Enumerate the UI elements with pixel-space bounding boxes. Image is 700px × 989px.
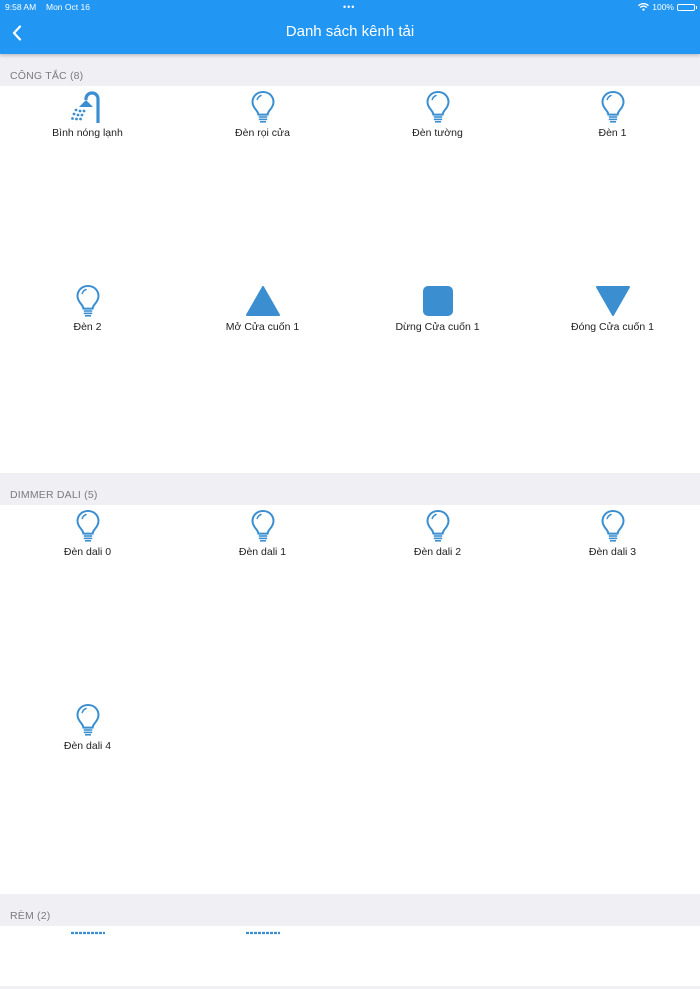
status-bar: 9:58 AM Mon Oct 16 ••• 100% [0, 0, 700, 14]
channel-tile[interactable]: Đèn rọi cửa [175, 89, 350, 149]
channel-label: Đóng Cửa cuốn 1 [571, 321, 654, 333]
section-header: DIMMER DALI (5) [0, 473, 700, 505]
channel-tile[interactable]: Bình nóng lạnh [0, 89, 175, 149]
status-date: Mon Oct 16 [46, 2, 90, 12]
battery-percent: 100% [652, 2, 674, 12]
channel-tile[interactable]: Dừng Cửa cuốn 1 [350, 283, 525, 343]
status-time: 9:58 AM [5, 2, 37, 12]
light-bulb-icon [70, 702, 106, 738]
light-bulb-icon [595, 89, 631, 125]
channel-label: Dừng Cửa cuốn 1 [395, 321, 480, 333]
app-header: 9:58 AM Mon Oct 16 ••• 100% Danh sách kê… [0, 0, 700, 54]
channel-label: Đèn dali 4 [63, 740, 112, 752]
channel-tile[interactable]: Đèn dali 0 [0, 508, 175, 568]
channel-label: Mở Cửa cuốn 1 [225, 321, 300, 333]
channel-label: Đèn 1 [598, 127, 627, 139]
triangle-down-icon [595, 283, 631, 319]
curtain-icon [245, 929, 281, 937]
curtain-icon [70, 929, 106, 937]
page-title: Danh sách kênh tải [285, 23, 415, 40]
channel-tile[interactable] [0, 929, 175, 989]
multitask-dots[interactable]: ••• [343, 0, 355, 14]
channel-tile[interactable]: Đèn dali 1 [175, 508, 350, 568]
section-body [0, 926, 700, 986]
light-bulb-icon [245, 89, 281, 125]
light-bulb-icon [245, 508, 281, 544]
stop-square-icon [420, 283, 456, 319]
channel-label: Đèn tường [412, 127, 463, 139]
section-header: RÈM (2) [0, 894, 700, 926]
section-body: Bình nóng lạnh Đèn rọi cửa Đèn tường Đèn 1 Đ… [0, 86, 700, 473]
shower-icon [70, 89, 106, 125]
channel-label: Đèn dali 1 [238, 546, 287, 558]
channel-label: Đèn dali 2 [413, 546, 462, 558]
channel-label: Đèn 2 [73, 321, 102, 333]
channel-tile[interactable]: Đèn 2 [0, 283, 175, 343]
light-bulb-icon [70, 283, 106, 319]
section-title: CÔNG TẮC (8) [10, 70, 84, 82]
section-title: RÈM (2) [10, 910, 51, 922]
channel-tile[interactable]: Đèn dali 4 [0, 702, 175, 762]
section-header: CÔNG TẮC (8) [0, 54, 700, 86]
status-right: 100% [638, 0, 697, 14]
channel-label: Đèn rọi cửa [235, 127, 290, 139]
light-bulb-icon [595, 508, 631, 544]
section-body: Đèn dali 0 Đèn dali 1 Đèn dali 2 Đèn dali 3… [0, 505, 700, 894]
light-bulb-icon [70, 508, 106, 544]
battery-icon [677, 3, 697, 11]
light-bulb-icon [420, 508, 456, 544]
channel-tile[interactable]: Đèn dali 3 [525, 508, 700, 568]
section-title: DIMMER DALI (5) [10, 489, 98, 501]
wifi-icon [638, 3, 650, 11]
channel-tile[interactable]: Đèn tường [350, 89, 525, 149]
channel-label: Bình nóng lạnh [52, 127, 123, 139]
channel-label: Đèn dali 0 [63, 546, 112, 558]
channel-tile[interactable]: Mở Cửa cuốn 1 [175, 283, 350, 343]
channel-tile[interactable]: Đóng Cửa cuốn 1 [525, 283, 700, 343]
channel-tile[interactable]: Đèn dali 2 [350, 508, 525, 568]
light-bulb-icon [420, 89, 456, 125]
channel-tile[interactable]: Đèn 1 [525, 89, 700, 149]
channel-label: Đèn dali 3 [588, 546, 637, 558]
channel-tile[interactable] [175, 929, 350, 989]
triangle-up-icon [245, 283, 281, 319]
